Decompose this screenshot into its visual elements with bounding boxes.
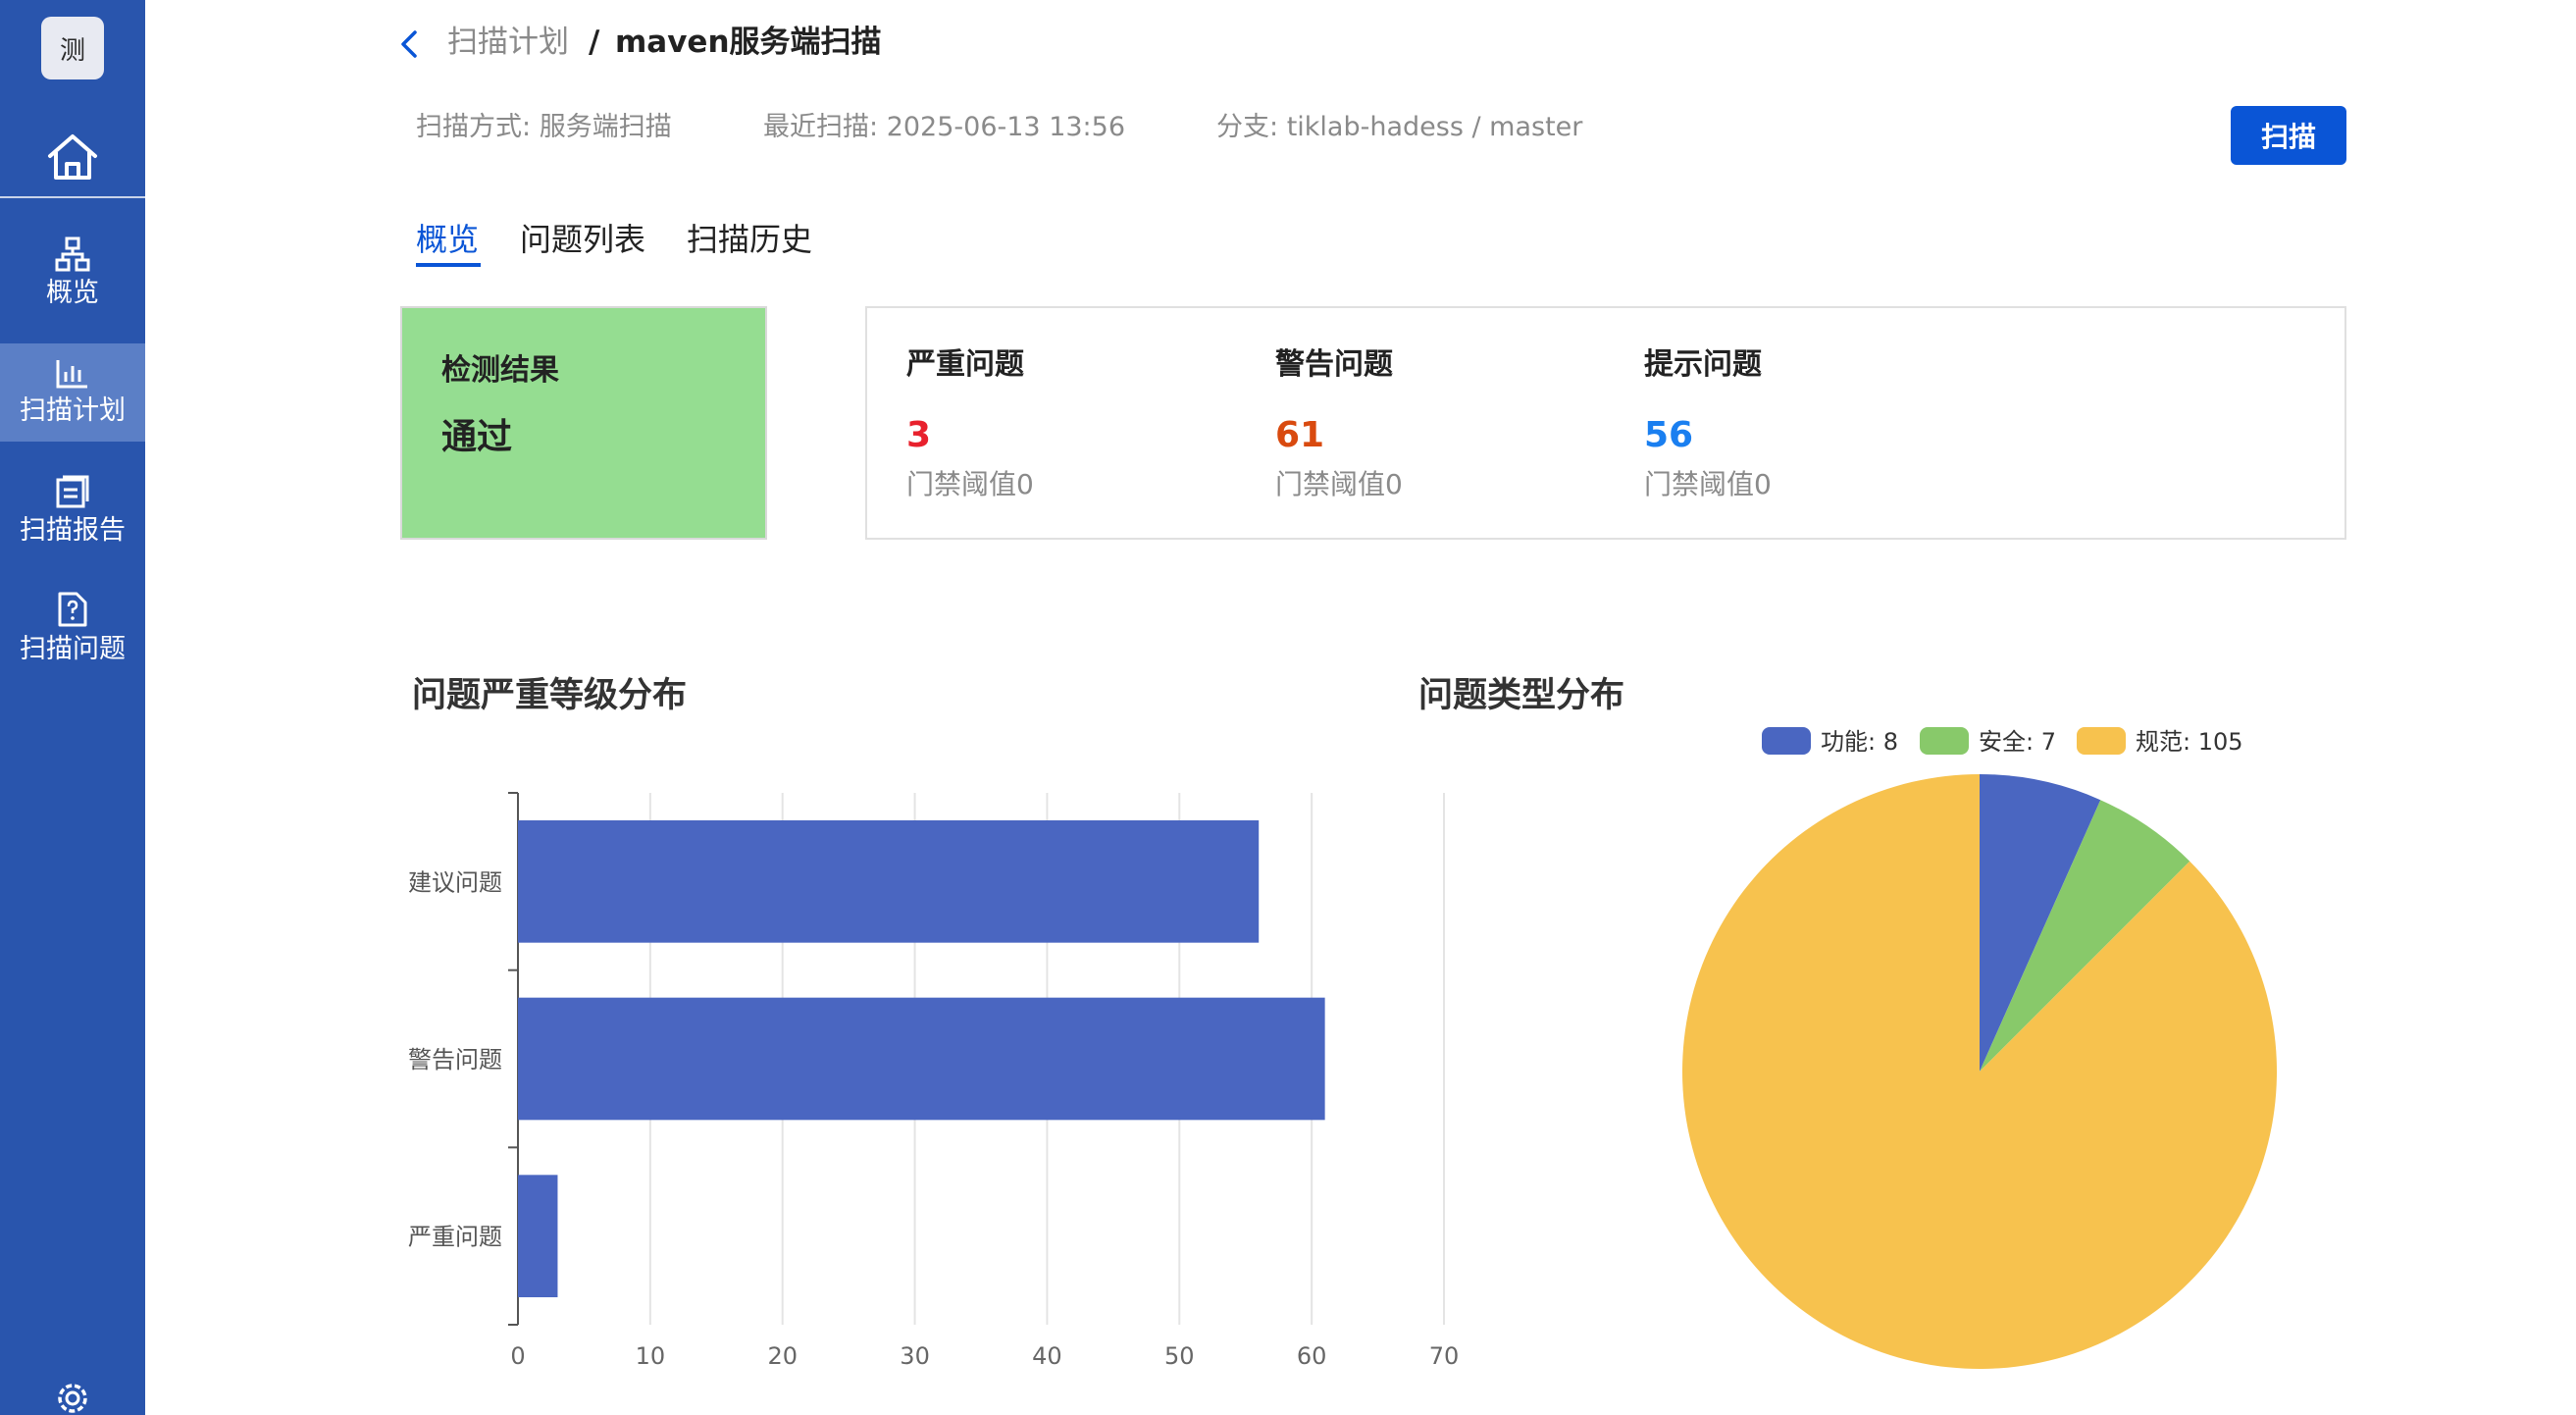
scan-mode-label: 扫描方式: (416, 112, 532, 142)
legend-label: 功能: 8 (1821, 728, 1898, 756)
sidebar-item-label: 概览 (46, 278, 99, 308)
legend-swatch (1920, 727, 1969, 755)
last-scan-info: 最近扫描: 2025-06-13 13:56 (763, 110, 1125, 145)
home-icon (48, 134, 97, 180)
scan-button[interactable]: 扫描 (2231, 106, 2346, 165)
tab-overview[interactable]: 概览 (416, 218, 479, 261)
result-card: 检测结果 通过 (400, 306, 767, 540)
x-tick-label: 20 (767, 1342, 798, 1370)
legend-label: 安全: 7 (1979, 728, 2056, 756)
x-tick-label: 30 (900, 1342, 930, 1370)
sidebar-item-overview[interactable]: 概览 (0, 224, 145, 322)
report-icon (56, 475, 89, 508)
metric-value: 61 (1275, 415, 1325, 455)
sidebar-item-scan-plan[interactable]: 扫描计划 (0, 343, 145, 442)
branch-value: tiklab-hadess / master (1286, 112, 1583, 142)
result-title: 检测结果 (441, 353, 559, 388)
home-button[interactable] (0, 118, 145, 196)
x-tick-label: 40 (1032, 1342, 1062, 1370)
metric-threshold: 门禁阈值0 (906, 468, 1034, 500)
scan-mode-info: 扫描方式: 服务端扫描 (416, 110, 672, 145)
last-scan-value: 2025-06-13 13:56 (886, 112, 1126, 142)
branch-label: 分支: (1216, 112, 1279, 142)
x-tick-label: 0 (510, 1342, 525, 1370)
y-category-label: 严重问题 (408, 1224, 502, 1251)
sidebar: 测 概览 扫描计划 扫描报告 扫描问题 (0, 0, 145, 1415)
metric-threshold: 门禁阈值0 (1275, 468, 1403, 500)
metric-warning: 警告问题 61 门禁阈值0 (1275, 343, 1403, 504)
bar (518, 820, 1260, 943)
logo-text: 测 (59, 35, 85, 66)
tab-scan-history[interactable]: 扫描历史 (687, 218, 812, 261)
breadcrumb-separator: / (589, 25, 600, 60)
result-value: 通过 (441, 417, 513, 457)
gear-icon (58, 1384, 87, 1413)
metric-title: 严重问题 (906, 347, 1024, 382)
sidebar-item-label: 扫描计划 (20, 395, 126, 426)
metric-hint: 提示问题 56 门禁阈值0 (1644, 343, 1772, 504)
bar-chart-icon (56, 360, 87, 389)
legend-swatch (1762, 727, 1811, 755)
sidebar-item-label: 扫描问题 (20, 634, 126, 664)
branch-info: 分支: tiklab-hadess / master (1216, 110, 1582, 145)
metric-title: 警告问题 (1275, 347, 1393, 382)
bar (518, 1175, 558, 1297)
sitemap-icon (55, 236, 90, 272)
type-chart-title: 问题类型分布 (1418, 676, 1625, 715)
type-pie-chart: 功能: 8 安全: 7 规范: 105 (1682, 727, 2277, 1369)
question-file-icon (58, 592, 87, 627)
x-tick-label: 10 (636, 1342, 666, 1370)
x-tick-label: 50 (1164, 1342, 1195, 1370)
severity-bar-chart: 0 10 20 30 40 50 60 70 建议问题警告问题严重问题 (408, 792, 1460, 1370)
app-logo[interactable]: 测 (41, 17, 104, 79)
metric-value: 56 (1644, 415, 1694, 455)
legend-label: 规范: 105 (2136, 728, 2243, 756)
bar (518, 997, 1325, 1121)
legend-swatch (2077, 727, 2126, 755)
page-title: maven服务端扫描 (615, 25, 882, 60)
metric-critical: 严重问题 3 门禁阈值0 (906, 343, 1034, 504)
active-tab-indicator (416, 263, 481, 267)
sidebar-item-label: 扫描报告 (20, 515, 126, 546)
x-tick-label: 60 (1297, 1342, 1327, 1370)
metric-value: 3 (906, 415, 932, 455)
tab-issue-list[interactable]: 问题列表 (520, 218, 645, 261)
last-scan-label: 最近扫描: (763, 112, 879, 142)
sidebar-divider (0, 196, 145, 198)
chevron-left-icon (401, 30, 417, 58)
y-category-label: 建议问题 (408, 868, 502, 896)
pie-slice (1682, 774, 2277, 1369)
metrics-card: 严重问题 3 门禁阈值0 警告问题 61 门禁阈值0 提示问题 56 门禁阈值0 (865, 306, 2346, 540)
back-button[interactable] (398, 25, 428, 64)
sidebar-item-scan-report[interactable]: 扫描报告 (0, 461, 145, 559)
settings-button[interactable] (53, 1379, 92, 1415)
breadcrumb-parent[interactable]: 扫描计划 (447, 20, 569, 65)
x-tick-label: 70 (1429, 1342, 1460, 1370)
metric-title: 提示问题 (1644, 347, 1762, 382)
scan-mode-value: 服务端扫描 (539, 112, 672, 142)
y-category-label: 警告问题 (408, 1046, 502, 1074)
severity-chart-title: 问题严重等级分布 (412, 676, 688, 715)
sidebar-item-scan-issues[interactable]: 扫描问题 (0, 579, 145, 677)
metric-threshold: 门禁阈值0 (1644, 468, 1772, 500)
